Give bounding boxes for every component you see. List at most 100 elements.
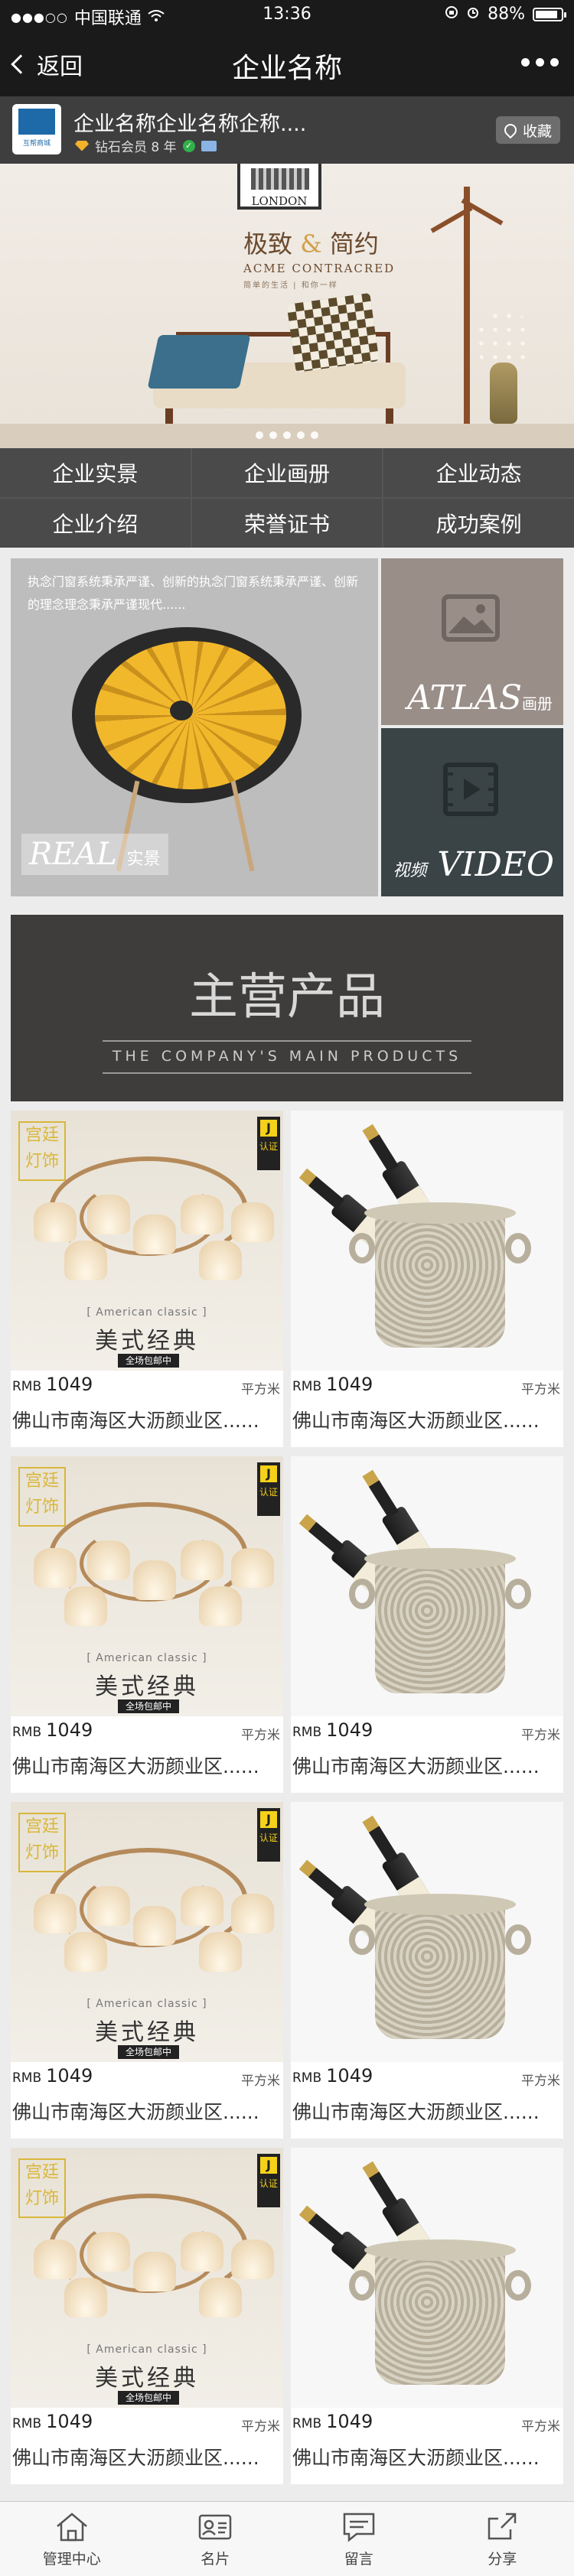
main-products-header: 主营产品 THE COMPANY'S MAIN PRODUCTS: [11, 915, 563, 1101]
company-logo[interactable]: 互帮商城: [12, 104, 61, 154]
product-card[interactable]: 宫廷灯饰 J 认证[ American classic ] 美式经典 全场包邮中 RMB 1…: [11, 1802, 283, 2139]
banner-tagline: 简单的生活 | 和你一样: [243, 281, 338, 290]
lamp-shade: [34, 1894, 77, 1934]
heart-icon: [501, 121, 520, 139]
bucket-handle: [505, 2270, 531, 2301]
battery-icon: [533, 7, 566, 21]
sofa-leg: [165, 408, 173, 424]
price-unit: 平方米: [521, 1382, 560, 1397]
id-card-icon: [201, 140, 217, 151]
lamp-shade: [231, 1894, 274, 1934]
price-unit: 平方米: [521, 2419, 560, 2435]
product-image: [291, 1111, 563, 1371]
chair-leg: [230, 780, 255, 872]
real-scene-text: 执念门窗系统秉承严谨、创新的执念门窗系统秉承严谨、创新的理念理念秉承严谨现代..…: [28, 574, 359, 612]
real-scene-tile[interactable]: 执念门窗系统秉承严谨、创新的执念门窗系统秉承严谨、创新的理念理念秉承严谨现代..…: [11, 558, 378, 896]
atlas-label-cn: 画册: [522, 694, 553, 713]
price-currency: RMB: [12, 2070, 42, 2086]
product-card[interactable]: RMB 1049 平方米 佛山市南海区大沥颜业区......: [291, 1456, 563, 1793]
lamp-ad-cn: 美式经典: [95, 2019, 199, 2046]
product-address: 佛山市南海区大沥颜业区......: [12, 1410, 259, 1432]
video-label: 视频 VIDEO: [393, 845, 554, 884]
product-price: RMB 1049: [12, 1374, 93, 1395]
bucket-handle: [505, 1579, 531, 1609]
menu-item-intro[interactable]: 企业介绍: [0, 499, 191, 548]
menu-item-album[interactable]: 企业画册: [191, 448, 383, 497]
price-value: 1049: [46, 1374, 93, 1395]
tab-label: 管理中心: [42, 2551, 101, 2568]
video-label-en: VIDEO: [437, 845, 554, 884]
company-header: 互帮商城 企业名称企业名称企称.... 钻石会员 8 年 ✓ 收藏: [0, 96, 574, 164]
brand-logo: J 认证: [257, 1808, 280, 1862]
sofa-leg: [386, 408, 393, 424]
more-dot: [550, 58, 559, 67]
free-shipping-badge: 全场包邮中: [118, 2045, 179, 2059]
lamp-ad-en: [ American classic ]: [86, 1998, 207, 2010]
tab-share[interactable]: 分享: [431, 2502, 574, 2576]
product-card[interactable]: 宫廷灯饰 J 认证[ American classic ] 美式经典 全场包邮中 RMB 1…: [11, 1456, 283, 1793]
tab-card[interactable]: 名片: [144, 2502, 288, 2576]
product-price: RMB 1049: [292, 1374, 373, 1395]
menu-item-scenes[interactable]: 企业实景: [0, 448, 191, 497]
carousel-dot[interactable]: [269, 431, 277, 439]
price-value: 1049: [46, 2065, 93, 2086]
menu-item-news[interactable]: 企业动态: [383, 448, 574, 497]
price-unit: 平方米: [241, 1382, 280, 1397]
ice-bucket: [375, 1210, 505, 1348]
free-shipping-badge: 全场包邮中: [118, 1699, 179, 1713]
hero-banner[interactable]: LONDON 极致 & 简约 ACME CONTRACRED 简单的生活 | 和…: [0, 164, 574, 448]
logo-text: 互帮商城: [22, 140, 51, 148]
lamp-shade: [64, 1586, 107, 1626]
product-price: RMB 1049: [292, 2065, 373, 2086]
carousel-dot[interactable]: [256, 431, 263, 439]
video-tile[interactable]: 视频 VIDEO: [381, 728, 563, 896]
tab-message[interactable]: 留言: [287, 2502, 431, 2576]
product-card[interactable]: 宫廷灯饰 J 认证[ American classic ] 美式经典 全场包邮中 RMB 1…: [11, 1111, 283, 1447]
menu-item-cases[interactable]: 成功案例: [383, 499, 574, 548]
carousel-dots[interactable]: [0, 431, 574, 439]
lamp-shade: [64, 1241, 107, 1280]
product-price: RMB 1049: [12, 1719, 93, 1741]
product-image: 宫廷灯饰 J 认证 [ American classic ] 美式经典 全场包邮中: [11, 1456, 283, 1716]
video-label-cn: 视频: [393, 861, 427, 880]
brand-logo: J 认证: [257, 1462, 280, 1516]
logo-graphic: [18, 109, 55, 135]
tab-label: 分享: [488, 2551, 517, 2568]
product-card[interactable]: 宫廷灯饰 J 认证[ American classic ] 美式经典 全场包邮中 RMB 1…: [11, 2148, 283, 2484]
product-card[interactable]: RMB 1049 平方米 佛山市南海区大沥颜业区......: [291, 1111, 563, 1447]
bucket-rim: [364, 1548, 516, 1569]
product-card[interactable]: RMB 1049 平方米 佛山市南海区大沥颜业区......: [291, 2148, 563, 2484]
lamp-shade: [87, 1540, 130, 1580]
carousel-dot[interactable]: [283, 431, 291, 439]
product-image: 宫廷灯饰 J 认证 [ American classic ] 美式经典 全场包邮中: [11, 1111, 283, 1371]
tab-management[interactable]: 管理中心: [0, 2502, 144, 2576]
nav-bar: 返回 企业名称: [0, 31, 574, 96]
bucket-handle: [349, 1579, 375, 1609]
company-name: 企业名称企业名称企称....: [73, 112, 307, 136]
wall-frame: LONDON: [237, 164, 321, 210]
product-card[interactable]: RMB 1049 平方米 佛山市南海区大沥颜业区......: [291, 1802, 563, 2139]
main-products-title: 主营产品: [189, 969, 385, 1026]
lamp-shade: [87, 1195, 130, 1234]
lamp-shade: [133, 2252, 176, 2291]
atlas-tile[interactable]: ATLAS画册: [381, 558, 563, 725]
tab-label: 名片: [201, 2551, 230, 2568]
diamond-icon: [75, 140, 89, 151]
carousel-dot[interactable]: [311, 431, 318, 439]
card-icon: [199, 2514, 232, 2540]
lamp-shade: [133, 1560, 176, 1600]
more-button[interactable]: [521, 58, 559, 67]
price-currency: RMB: [12, 2416, 42, 2431]
favorite-button[interactable]: 收藏: [496, 116, 560, 144]
bucket-handle: [349, 1233, 375, 1264]
price-currency: RMB: [12, 1379, 42, 1394]
bucket-handle: [505, 1233, 531, 1264]
lamp-ad-en: [ American classic ]: [86, 1652, 207, 1664]
price-unit: 平方米: [241, 2419, 280, 2435]
product-row: 宫廷灯饰 J 认证 [ American classic ] 美式经典 全场包邮中 RMB 1…: [11, 1456, 563, 1802]
image-icon: [442, 594, 500, 642]
menu-item-certificates[interactable]: 荣誉证书: [191, 499, 383, 548]
lamp-shade: [181, 1886, 223, 1926]
price-unit: 平方米: [521, 1728, 560, 1743]
carousel-dot[interactable]: [297, 431, 305, 439]
